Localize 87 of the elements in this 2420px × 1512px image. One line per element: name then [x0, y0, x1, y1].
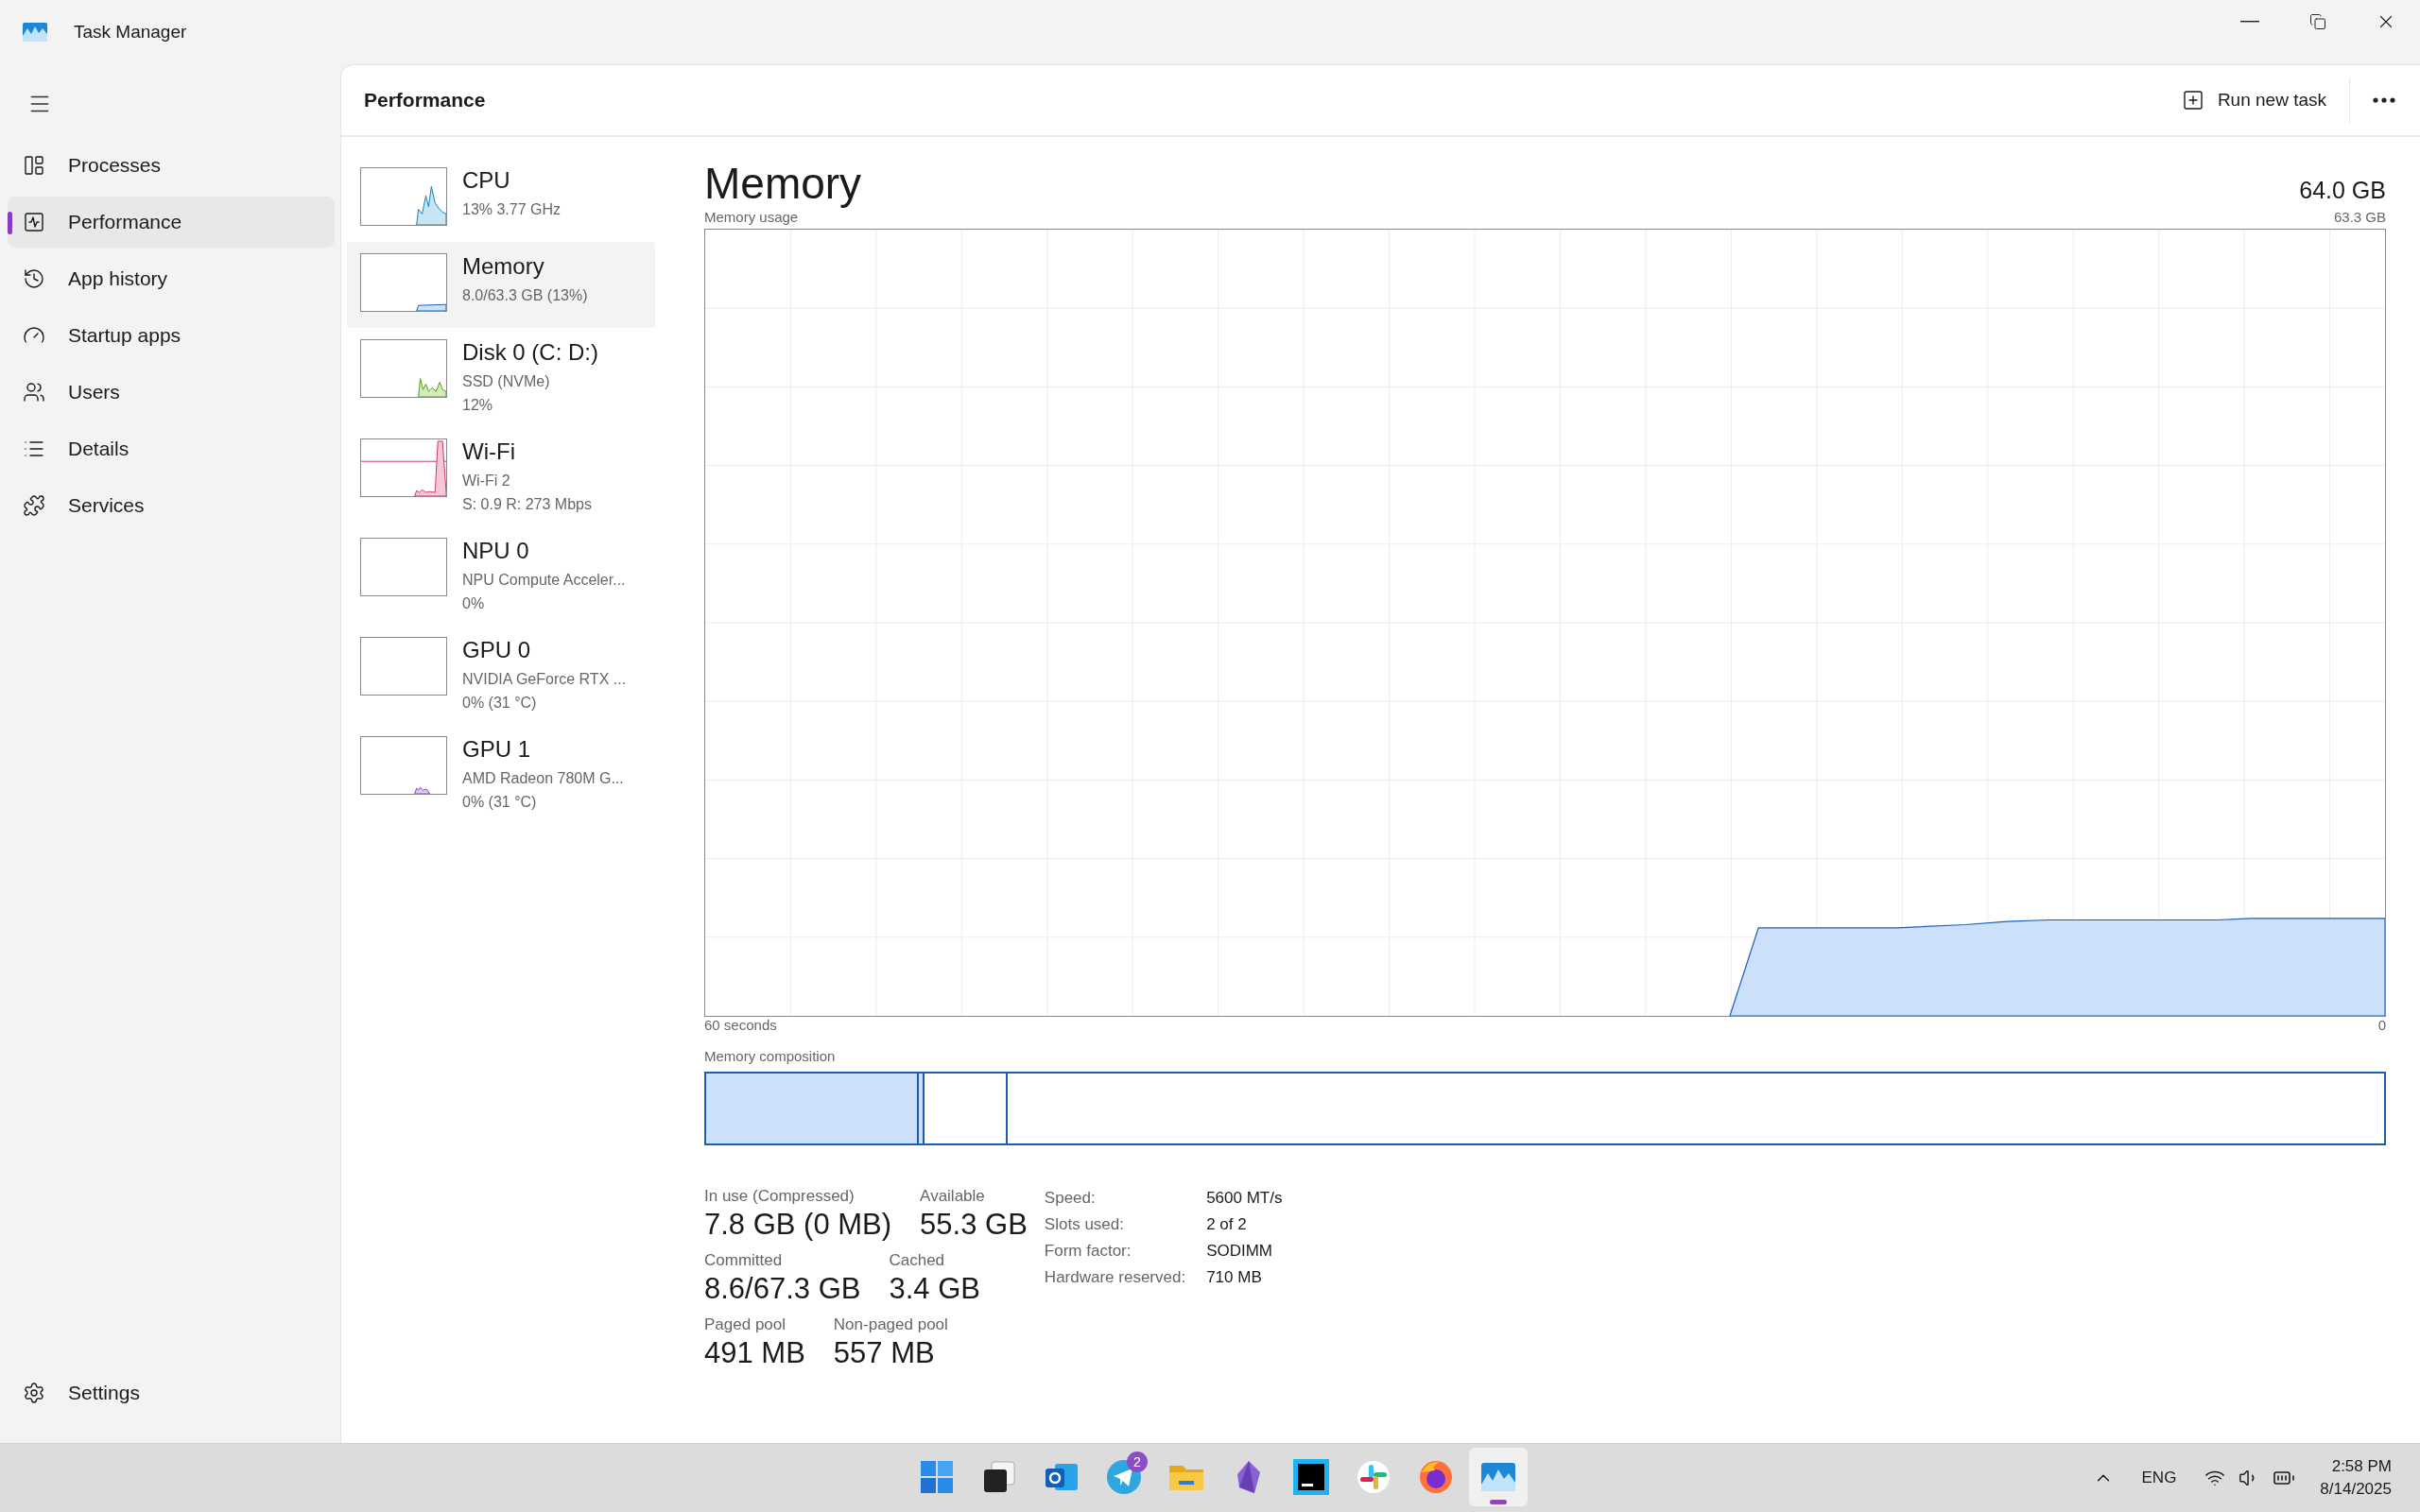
chart-max-label: 63.3 GB — [2333, 209, 2386, 225]
device-detail: 13% 3.77 GHz — [462, 200, 562, 219]
active-indicator — [1490, 1500, 1507, 1504]
spec-value: SODIMM — [1206, 1242, 1274, 1261]
stat-value: 8.6/67.3 GB — [704, 1272, 861, 1306]
task-manager-icon — [1480, 1462, 1516, 1492]
history-icon — [23, 267, 45, 290]
stat-value: 3.4 GB — [889, 1272, 980, 1306]
spec-label: Hardware reserved: — [1044, 1268, 1186, 1287]
app-icon — [23, 23, 47, 42]
windows-icon — [920, 1460, 954, 1494]
task-view-icon — [982, 1460, 1016, 1494]
device-detail: NPU Compute Acceler... — [462, 571, 626, 590]
device-item[interactable]: Wi-Fi Wi-Fi 2 S: 0.9 R: 273 Mbps — [347, 427, 655, 526]
device-name: GPU 0 — [462, 637, 532, 663]
stat-value: 55.3 GB — [920, 1208, 1028, 1242]
device-item[interactable]: GPU 1 AMD Radeon 780M G... 0% (31 °C) — [347, 725, 655, 824]
run-new-task-button[interactable]: Run new task — [2166, 77, 2342, 123]
device-detail: 12% — [462, 396, 494, 415]
browser-icon — [1418, 1459, 1454, 1495]
ide-icon — [1293, 1459, 1329, 1495]
resource-title: Memory — [704, 158, 862, 209]
notification-badge: 2 — [1127, 1452, 1148, 1472]
settings-icon — [23, 1382, 45, 1404]
device-name: Wi-Fi — [462, 438, 516, 465]
spec-label: Speed: — [1044, 1189, 1097, 1208]
more-icon — [2373, 97, 2395, 103]
taskbar-app[interactable]: 2 — [1095, 1448, 1153, 1506]
nav-item[interactable]: Processes — [8, 140, 335, 191]
spec-label: Slots used: — [1044, 1215, 1125, 1234]
services-icon — [23, 494, 45, 517]
stat-value: 7.8 GB (0 MB) — [704, 1208, 892, 1242]
device-detail: 8.0/63.3 GB (13%) — [462, 286, 588, 305]
settings-nav-item[interactable]: Settings — [8, 1367, 335, 1418]
processes-icon — [23, 154, 45, 177]
device-detail: 0% (31 °C) — [462, 793, 538, 812]
language-button[interactable]: ENG — [2132, 1452, 2187, 1504]
minimize-icon — [2240, 21, 2259, 23]
page-title: Performance — [364, 89, 487, 112]
device-detail: NVIDIA GeForce RTX ... — [462, 670, 627, 689]
spec-label: Form factor: — [1044, 1242, 1132, 1261]
device-detail: Wi-Fi 2 — [462, 472, 511, 490]
device-detail: AMD Radeon 780M G... — [462, 769, 624, 788]
selection-indicator — [8, 212, 12, 234]
stat-label: Cached — [889, 1251, 946, 1270]
device-detail: 0% — [462, 594, 486, 613]
spec-value: 2 of 2 — [1206, 1215, 1248, 1234]
device-detail: SSD (NVMe) — [462, 372, 551, 391]
capacity-value: 64.0 GB — [2299, 177, 2386, 204]
device-name: GPU 1 — [462, 736, 532, 763]
device-item[interactable]: GPU 0 NVIDIA GeForce RTX ... 0% (31 °C) — [347, 626, 655, 725]
restore-icon — [2309, 13, 2326, 30]
device-detail: 0% (31 °C) — [462, 694, 538, 713]
device-item[interactable]: CPU 13% 3.77 GHz — [347, 156, 655, 242]
spec-value: 710 MB — [1206, 1268, 1263, 1287]
stat-value: 557 MB — [833, 1336, 936, 1370]
device-detail: S: 0.9 R: 273 Mbps — [462, 495, 592, 514]
new-task-icon — [2181, 89, 2204, 112]
stat-label: In use (Compressed) — [704, 1187, 856, 1206]
device-name: CPU — [462, 167, 511, 194]
stat-value: 491 MB — [704, 1336, 805, 1370]
performance-icon — [23, 211, 45, 233]
window-title: Task Manager — [74, 22, 188, 43]
stat-label: Committed — [704, 1251, 784, 1270]
slack-icon — [1357, 1460, 1391, 1494]
device-item[interactable]: Memory 8.0/63.3 GB (13%) — [347, 242, 655, 328]
users-icon — [23, 381, 45, 404]
device-name: Disk 0 (C: D:) — [462, 339, 598, 366]
time-axis-end: 0 — [2377, 1017, 2386, 1033]
nav-item[interactable]: Performance — [8, 197, 335, 248]
device-item[interactable]: Disk 0 (C: D:) SSD (NVMe) 12% — [347, 328, 655, 427]
nav-item[interactable]: App history — [8, 253, 335, 304]
nav-item[interactable]: Users — [8, 367, 335, 418]
device-item[interactable]: NPU 0 NPU Compute Acceler... 0% — [347, 526, 655, 626]
stat-label: Available — [920, 1187, 986, 1206]
device-name: Memory — [462, 253, 545, 280]
time-axis-start: 60 seconds — [704, 1017, 777, 1033]
stat-label: Paged pool — [704, 1315, 787, 1334]
chart-label: Memory usage — [704, 209, 799, 225]
stat-label: Non-paged pool — [833, 1315, 948, 1334]
device-name: NPU 0 — [462, 538, 530, 564]
clock-button[interactable]: 2:58 PM 8/14/2025 — [2314, 1455, 2397, 1501]
nav-item[interactable]: Startup apps — [8, 310, 335, 361]
composition-label: Memory composition — [704, 1048, 837, 1064]
nav-item[interactable]: Services — [8, 480, 335, 531]
nav-item[interactable]: Details — [8, 423, 335, 474]
spec-value: 5600 MT/s — [1206, 1189, 1283, 1208]
